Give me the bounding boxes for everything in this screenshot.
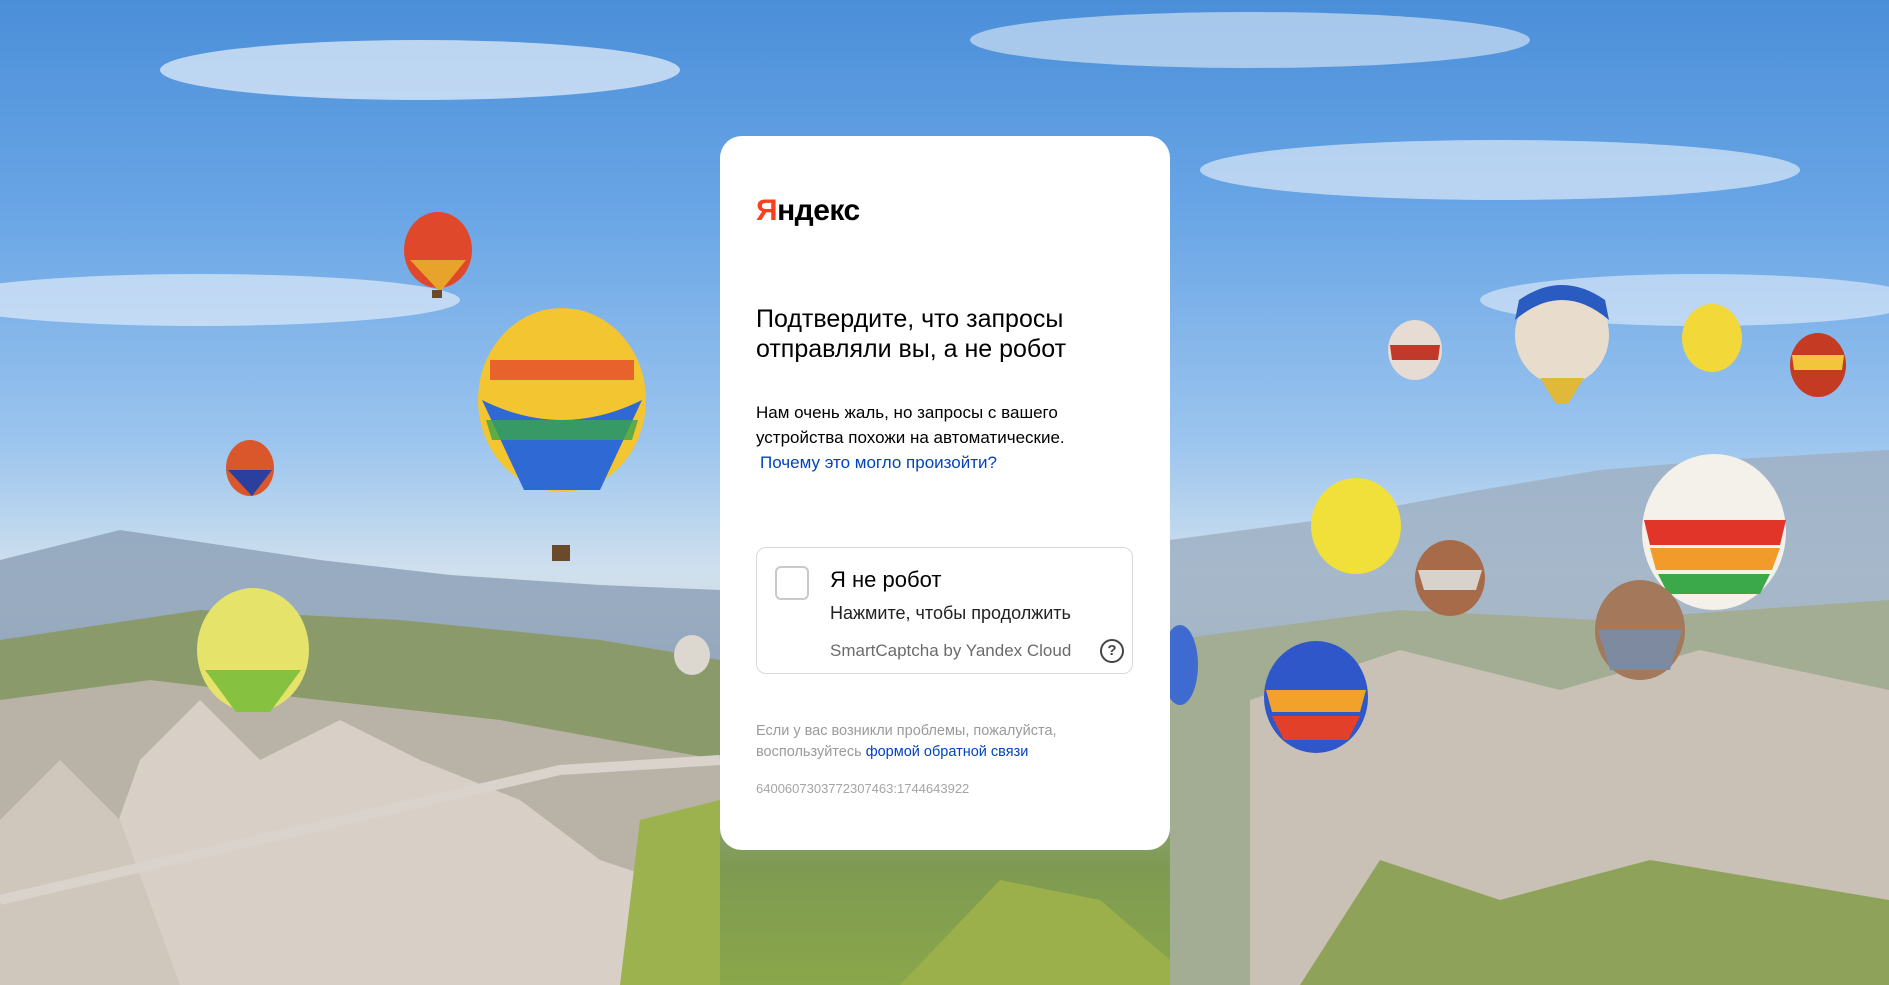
page-title: Подтвердите, что запросы отправляли вы, … — [756, 305, 1067, 363]
description: Нам очень жаль, но запросы с вашего устр… — [756, 400, 1136, 475]
description-line-1: Нам очень жаль, но запросы с вашего — [756, 403, 1058, 422]
help-icon[interactable]: ? — [1100, 639, 1124, 663]
balloon-9 — [1790, 333, 1846, 397]
balloon-7 — [1515, 285, 1609, 404]
balloon-10 — [1311, 478, 1401, 574]
why-link[interactable]: Почему это могло произойти? — [760, 453, 997, 472]
smartcaptcha-widget[interactable]: Я не робот Нажмите, чтобы продолжить Sma… — [756, 547, 1133, 674]
footer-text-line-1: Если у вас возникли проблемы, пожалуйста… — [756, 723, 1057, 739]
balloon-11 — [1415, 540, 1485, 616]
request-id: 6400607303772307463:1744643922 — [756, 781, 970, 796]
logo-rest: ндекс — [777, 194, 860, 227]
checkbox-label: Я не робот — [830, 567, 942, 592]
balloon-4 — [197, 588, 309, 712]
not-robot-checkbox[interactable] — [775, 566, 809, 600]
balloon-8 — [1682, 304, 1742, 372]
footer-note: Если у вас возникли проблемы, пожалуйста… — [756, 721, 1136, 763]
yandex-logo[interactable]: Яндекс — [756, 194, 860, 228]
feedback-link[interactable]: формой обратной связи — [866, 744, 1029, 760]
captcha-subtitle: Нажмите, чтобы продолжить — [830, 603, 1071, 623]
balloon-2 — [478, 308, 646, 561]
logo-first-letter: Я — [756, 194, 778, 227]
balloon-5 — [674, 635, 710, 675]
balloon-12 — [1642, 454, 1786, 610]
captcha-brand: SmartCaptcha by Yandex Cloud — [830, 641, 1072, 660]
balloon-3 — [226, 440, 274, 496]
balloon-1 — [404, 212, 472, 298]
description-line-2: устройства похожи на автоматические. — [756, 428, 1065, 447]
footer-text-line-2: воспользуйтесь — [756, 744, 866, 760]
balloon-14 — [1264, 641, 1368, 753]
balloon-6 — [1388, 320, 1442, 380]
captcha-card: Яндекс Подтвердите, что запросы отправля… — [720, 136, 1170, 850]
balloon-13 — [1595, 580, 1685, 680]
